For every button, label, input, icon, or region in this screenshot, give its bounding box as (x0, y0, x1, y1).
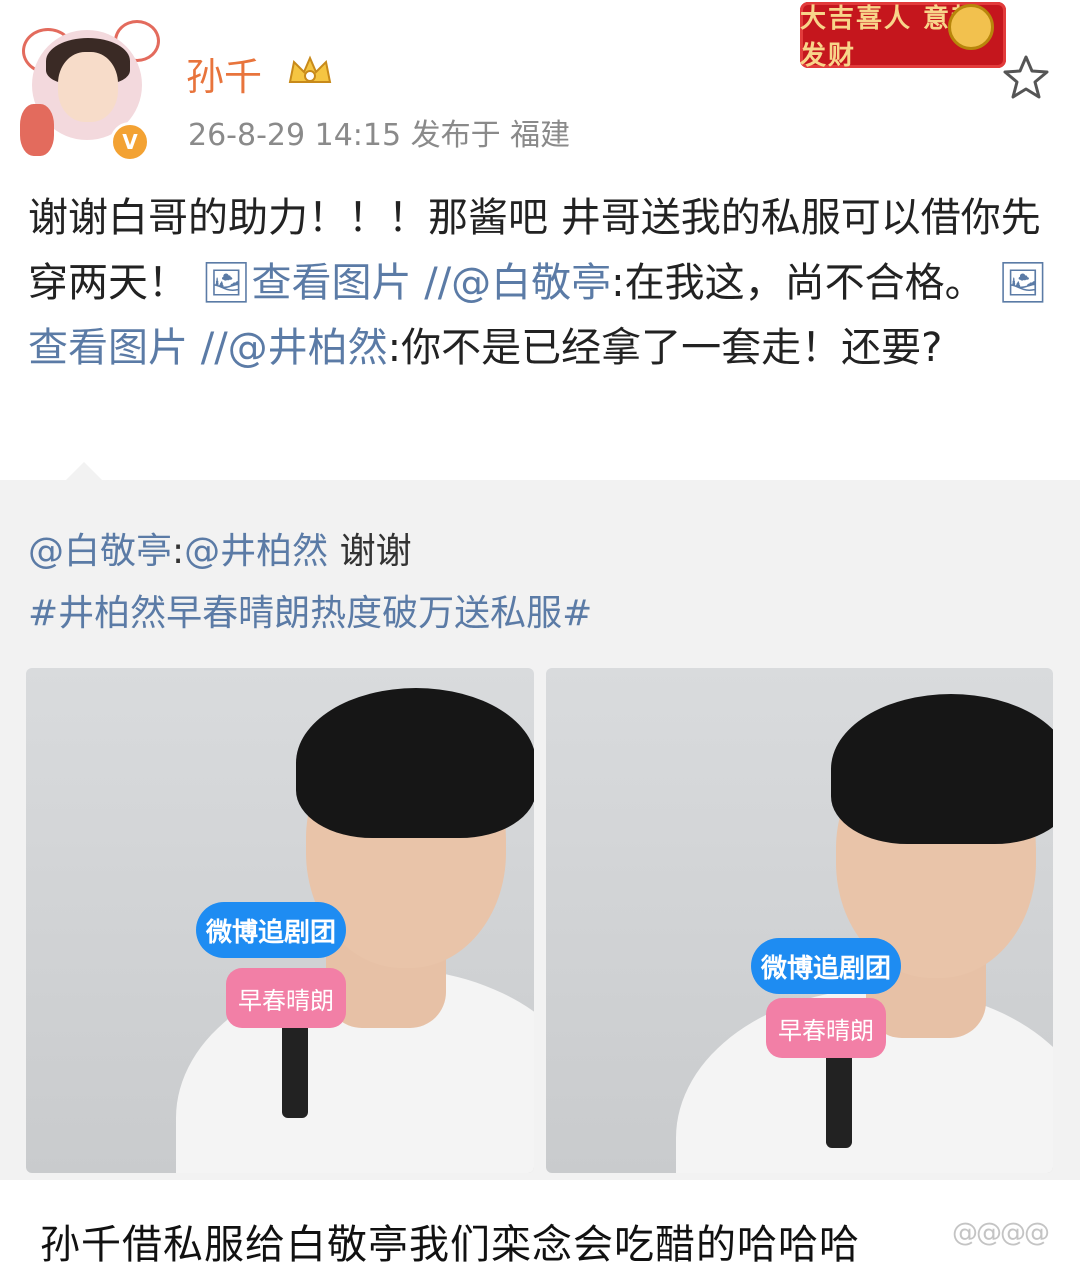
mic-pink-tag: 早春晴朗 (226, 968, 346, 1028)
post-text-segment (412, 260, 425, 306)
star-icon[interactable] (1002, 54, 1050, 100)
post-timestamp-location: 26-8-29 14:15 发布于 福建 (188, 118, 571, 153)
phone-icon (20, 104, 54, 156)
retweet-sep: : (172, 531, 185, 572)
mention-link[interactable]: @井柏然 (184, 531, 328, 572)
post-text-segment: :在我这，尚不合格。 (611, 260, 998, 306)
post-text-segment (188, 325, 201, 371)
coin-icon (948, 4, 994, 50)
mic-tag: 微博追剧团 (196, 902, 346, 958)
post-card: V 孙千 26-8-29 14:15 发布于 福建 大吉喜人 意起发财 谢谢白哥… (0, 0, 1080, 480)
mention-link[interactable]: @白敬亭 (28, 531, 172, 572)
hashtag-link[interactable]: #井柏然早春晴朗热度破万送私服# (28, 584, 592, 636)
retweet-caret (66, 462, 102, 480)
caption: 孙千借私服给白敬亭我们栾念会吃醋的哈哈哈 (40, 1222, 860, 1268)
post-link[interactable]: 🖼查看图片 (201, 260, 412, 306)
post-text: 谢谢白哥的助力！！！那酱吧 井哥送我的私服可以借你先穿两天！ 🖼查看图片 //@… (28, 186, 1058, 381)
retweet-text: 谢谢 (328, 531, 412, 572)
avatar-face (58, 52, 118, 122)
photo-hair (831, 694, 1053, 844)
mic-pink-tag: 早春晴朗 (766, 998, 886, 1058)
vip-badge-icon: V (110, 122, 150, 162)
mic-tag: 微博追剧团 (751, 938, 901, 994)
photo-thumbnail[interactable]: 微博追剧团 早春晴朗 (546, 668, 1053, 1173)
watermark: @@@@ (952, 1218, 1050, 1248)
post-link[interactable]: //@井柏然 (201, 325, 388, 371)
photo-thumbnail[interactable]: 微博追剧团 早春晴朗 (26, 668, 534, 1173)
post-link[interactable]: //@白敬亭 (424, 260, 611, 306)
crown-icon (288, 55, 332, 83)
retweet-line: @白敬亭:@井柏然 谢谢 (28, 522, 412, 574)
post-text-segment: :你不是已经拿了一套走！还要? (387, 325, 943, 371)
photo-hair (296, 688, 534, 838)
username[interactable]: 孙千 (186, 46, 262, 101)
